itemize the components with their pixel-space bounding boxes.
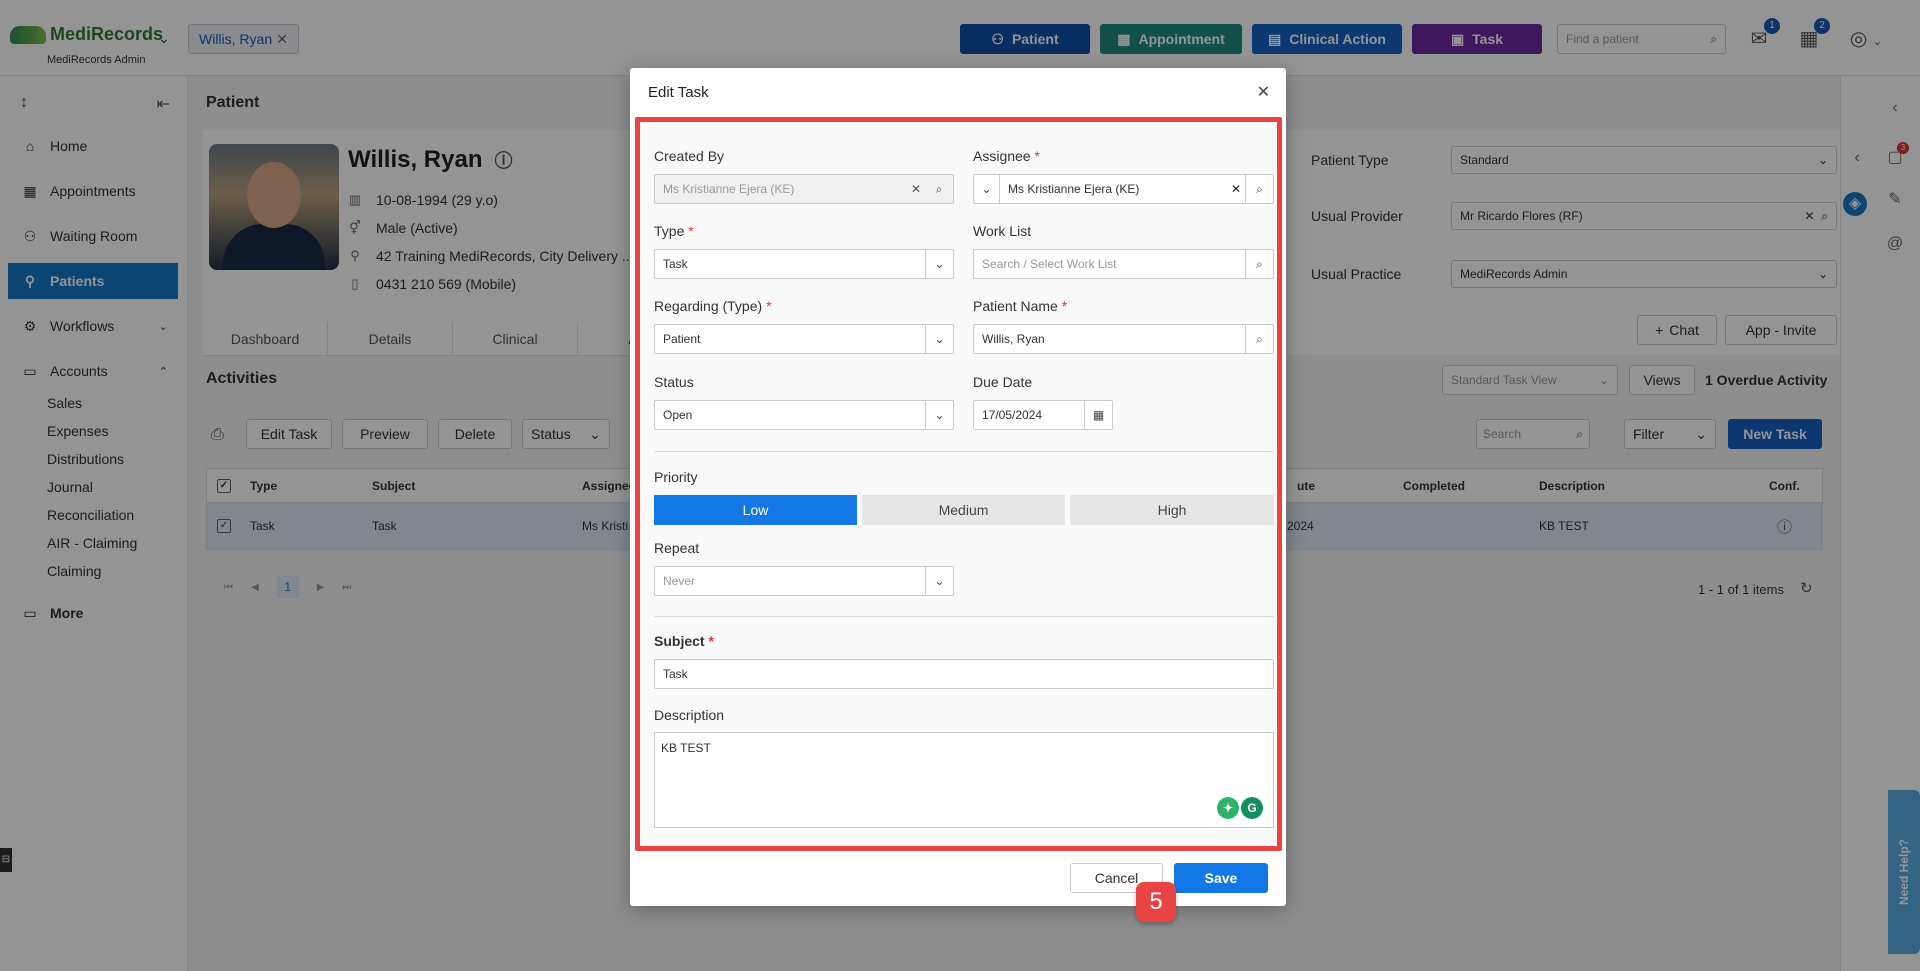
type-label: Type * <box>654 223 694 239</box>
type-select[interactable]: Task ⌄ <box>654 249 954 279</box>
clear-icon: ✕ <box>910 182 922 196</box>
chevron-down-icon[interactable]: ⌄ <box>925 567 953 595</box>
priority-medium-button[interactable]: Medium <box>862 495 1065 525</box>
search-icon[interactable]: ⌕ <box>1245 175 1273 203</box>
patient-name-input[interactable]: Willis, Ryan ⌕ <box>973 324 1274 354</box>
assignee-field[interactable]: ⌄ Ms Kristianne Ejera (KE) ✕ ⌕ <box>973 174 1274 204</box>
grammarly-icon[interactable]: G <box>1241 797 1263 819</box>
priority-low-button[interactable]: Low <box>654 495 857 525</box>
dialog-title: Edit Task <box>648 84 709 101</box>
required-marker: * <box>766 298 772 314</box>
required-marker: * <box>708 633 714 649</box>
edit-task-form: Created By Ms Kristianne Ejera (KE) ✕ ⌕ … <box>654 122 1274 846</box>
lightbulb-icon[interactable]: ✦ <box>1217 797 1239 819</box>
description-value: KB TEST <box>661 741 711 755</box>
subject-label: Subject * <box>654 633 714 649</box>
search-icon[interactable]: ⌕ <box>1245 250 1273 278</box>
status-value: Open <box>663 408 693 422</box>
subject-label-text: Subject <box>654 633 705 649</box>
chevron-down-icon[interactable]: ⌄ <box>925 325 953 353</box>
required-marker: * <box>1061 298 1068 314</box>
search-icon[interactable]: ⌕ <box>1245 325 1273 353</box>
due-date-label: Due Date <box>973 374 1033 390</box>
created-by-value: Ms Kristianne Ejera (KE) <box>663 182 795 196</box>
divider <box>654 451 1274 452</box>
grammar-tools: ✦ G <box>1217 797 1263 819</box>
created-by-field: Ms Kristianne Ejera (KE) ✕ ⌕ <box>654 174 954 204</box>
created-by-label: Created By <box>654 148 725 164</box>
chevron-down-icon[interactable]: ⌄ <box>974 175 1000 203</box>
assignee-label-text: Assignee <box>973 148 1031 164</box>
patient-name-label-text: Patient Name <box>973 298 1058 314</box>
work-list-label: Work List <box>973 223 1032 239</box>
subject-input[interactable]: Task <box>654 659 1274 689</box>
repeat-label: Repeat <box>654 540 700 556</box>
due-date-input[interactable]: 17/05/2024 ▦ <box>973 400 1113 430</box>
form-highlight-frame: Created By Ms Kristianne Ejera (KE) ✕ ⌕ … <box>635 117 1282 851</box>
type-label-text: Type <box>654 223 685 239</box>
description-label: Description <box>654 707 725 723</box>
divider <box>654 616 1274 617</box>
status-select[interactable]: Open ⌄ <box>654 400 954 430</box>
regarding-value: Patient <box>663 332 701 346</box>
step-number-badge: 5 <box>1136 882 1176 922</box>
chevron-down-icon[interactable]: ⌄ <box>925 250 953 278</box>
subject-value: Task <box>663 667 688 681</box>
chevron-down-icon[interactable]: ⌄ <box>925 401 953 429</box>
description-textarea[interactable]: KB TEST ✦ G <box>654 732 1274 828</box>
calendar-icon[interactable]: ▦ <box>1084 401 1112 429</box>
work-list-input[interactable]: Search / Select Work List ⌕ <box>973 249 1274 279</box>
due-date-value: 17/05/2024 <box>982 408 1043 422</box>
clear-icon[interactable]: ✕ <box>1227 182 1245 196</box>
search-icon: ⌕ <box>935 181 943 196</box>
repeat-value: Never <box>663 574 696 588</box>
assignee-label: Assignee * <box>973 148 1040 164</box>
regarding-type-select[interactable]: Patient ⌄ <box>654 324 954 354</box>
regarding-label-text: Regarding (Type) <box>654 298 763 314</box>
repeat-select[interactable]: Never ⌄ <box>654 566 954 596</box>
patient-name-value: Willis, Ryan <box>982 332 1045 346</box>
required-marker: * <box>1034 148 1040 164</box>
priority-label: Priority <box>654 469 698 485</box>
regarding-type-label: Regarding (Type) * <box>654 298 772 314</box>
status-label: Status <box>654 374 694 390</box>
priority-high-button[interactable]: High <box>1070 495 1274 525</box>
edit-task-dialog: Edit Task ✕ Created By Ms Kristianne Eje… <box>630 68 1286 906</box>
close-icon[interactable]: ✕ <box>1257 82 1270 102</box>
type-value: Task <box>663 257 688 271</box>
patient-name-label: Patient Name * <box>973 298 1067 314</box>
work-list-placeholder: Search / Select Work List <box>982 257 1117 271</box>
required-marker: * <box>688 223 694 239</box>
save-button[interactable]: Save <box>1174 863 1268 893</box>
assignee-value: Ms Kristianne Ejera (KE) <box>1008 182 1140 196</box>
